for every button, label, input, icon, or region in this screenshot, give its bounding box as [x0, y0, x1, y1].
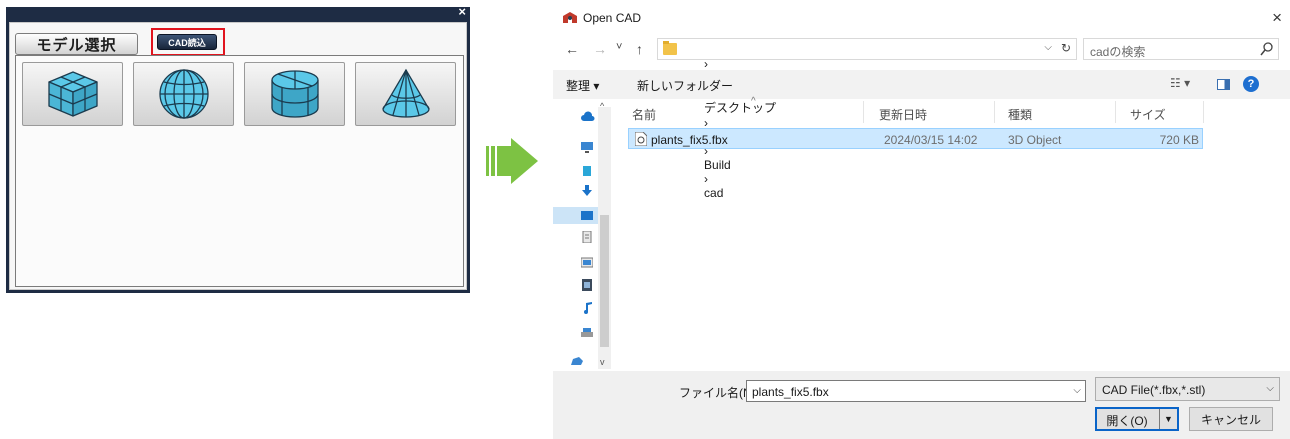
folder-icon	[663, 41, 677, 55]
open-cad-dialog: Open CAD × ← → ˅ ↑ › PC › デスクトップ › temp …	[553, 0, 1290, 439]
arrow-right-icon	[486, 138, 538, 184]
cone-button[interactable]	[355, 62, 456, 126]
help-icon[interactable]: ?	[1243, 76, 1259, 92]
download-icon[interactable]	[581, 185, 593, 197]
recent-locations-button[interactable]: ˅	[616, 41, 622, 53]
column-divider[interactable]	[1115, 101, 1116, 123]
model-area	[15, 55, 464, 287]
close-icon[interactable]: ×	[1272, 8, 1282, 28]
chevron-down-icon[interactable]: ⌵	[1266, 383, 1274, 394]
chevron-down-icon[interactable]: ⌵	[1044, 42, 1052, 53]
desktop-icon[interactable]	[581, 210, 593, 222]
organize-button[interactable]: 整理 ▾	[566, 77, 599, 94]
dialog-footer: ファイル名(N): plants_fix5.fbx ⌵ CAD File(*.f…	[553, 371, 1290, 439]
cylinder-button[interactable]	[244, 62, 345, 126]
cylinder-icon	[270, 70, 319, 118]
model-select-tab[interactable]: モデル選択	[15, 33, 138, 55]
search-icon[interactable]	[1260, 41, 1274, 57]
music-icon[interactable]	[581, 302, 593, 314]
file-modified: 2024/03/15 14:02	[884, 133, 978, 147]
cube-button[interactable]	[22, 62, 123, 126]
column-size[interactable]: サイズ	[1130, 106, 1166, 123]
scroll-up-icon[interactable]: ^	[600, 101, 604, 111]
preview-pane-icon[interactable]	[1217, 79, 1230, 90]
model-panel: × モデル選択 CAD読込	[6, 5, 470, 293]
file-size: 720 KB	[1159, 133, 1199, 147]
pictures-icon[interactable]	[581, 256, 593, 268]
filename-input[interactable]: plants_fix5.fbx ⌵	[746, 380, 1086, 402]
close-icon[interactable]: ×	[458, 5, 466, 19]
search-placeholder: cadの検索	[1090, 45, 1146, 59]
sphere-icon	[158, 69, 209, 119]
cube-icon	[47, 71, 98, 117]
column-header: 名前 ^ 更新日時 種類 サイズ	[623, 96, 1207, 123]
file-name: plants_fix5.fbx	[651, 133, 728, 147]
scrollbar-thumb[interactable]	[600, 215, 609, 347]
search-input[interactable]: cadの検索	[1083, 38, 1279, 60]
filename-value: plants_fix5.fbx	[752, 385, 829, 399]
table-row[interactable]: plants_fix5.fbx 2024/03/15 14:02 3D Obje…	[628, 128, 1203, 149]
new-folder-button[interactable]: 新しいフォルダー	[637, 77, 733, 94]
column-divider[interactable]	[863, 101, 864, 123]
up-button[interactable]: ↑	[636, 41, 643, 57]
column-type[interactable]: 種類	[1008, 106, 1032, 123]
toolbar: 整理 ▾ 新しいフォルダー ☷ ▾ ?	[553, 70, 1290, 99]
column-modified[interactable]: 更新日時	[879, 106, 927, 123]
cone-icon	[381, 68, 430, 118]
open-button-label: 開く(O)	[1106, 414, 1148, 428]
sphere-button[interactable]	[133, 62, 234, 126]
navigation-pane: ^ v	[553, 99, 611, 371]
column-divider[interactable]	[994, 101, 995, 123]
file-type-value: CAD File(*.fbx,*.stl)	[1102, 383, 1206, 397]
cancel-button[interactable]: キャンセル	[1189, 407, 1273, 431]
file-type-select[interactable]: CAD File(*.fbx,*.stl) ⌵	[1095, 377, 1280, 401]
chevron-down-icon[interactable]: ⌵	[1073, 385, 1081, 396]
network-icon[interactable]	[569, 355, 585, 367]
open-split-dropdown-icon[interactable]: ▼	[1159, 409, 1177, 429]
view-options-icon[interactable]: ☷ ▾	[1170, 76, 1190, 90]
dialog-title: Open CAD	[583, 11, 642, 25]
scroll-down-icon[interactable]: v	[600, 357, 605, 367]
drive-icon[interactable]	[581, 326, 593, 338]
app-logo-icon	[563, 12, 577, 23]
3d-file-icon	[635, 132, 647, 146]
refresh-icon[interactable]: ↻	[1061, 41, 1071, 55]
breadcrumb-separator: ›	[704, 57, 709, 71]
file-type: 3D Object	[1008, 133, 1062, 147]
scrollbar[interactable]: ^ v	[598, 101, 611, 369]
open-button[interactable]: 開く(O) ▼	[1095, 407, 1179, 431]
column-name[interactable]: 名前	[632, 106, 656, 123]
model-panel-body: モデル選択 CAD読込	[9, 22, 467, 290]
breadcrumb-separator: ›	[704, 172, 709, 186]
back-button[interactable]: ←	[565, 41, 579, 57]
3d-objects-icon[interactable]	[581, 165, 593, 177]
breadcrumb-cad[interactable]: cad	[704, 186, 723, 200]
cloud-icon[interactable]	[581, 111, 595, 123]
documents-icon[interactable]	[581, 231, 593, 243]
pc-icon[interactable]	[581, 141, 593, 153]
breadcrumb-build[interactable]: Build	[704, 158, 731, 172]
sort-ascending-icon: ^	[751, 96, 756, 107]
cad-load-button[interactable]: CAD読込	[157, 34, 217, 50]
address-bar[interactable]: › PC › デスクトップ › temp › Build › cad ⌵ ↻	[657, 38, 1077, 200]
forward-button[interactable]: →	[593, 41, 607, 57]
cad-button-highlight: CAD読込	[151, 28, 225, 56]
videos-icon[interactable]	[581, 279, 593, 291]
column-divider[interactable]	[1203, 101, 1204, 123]
